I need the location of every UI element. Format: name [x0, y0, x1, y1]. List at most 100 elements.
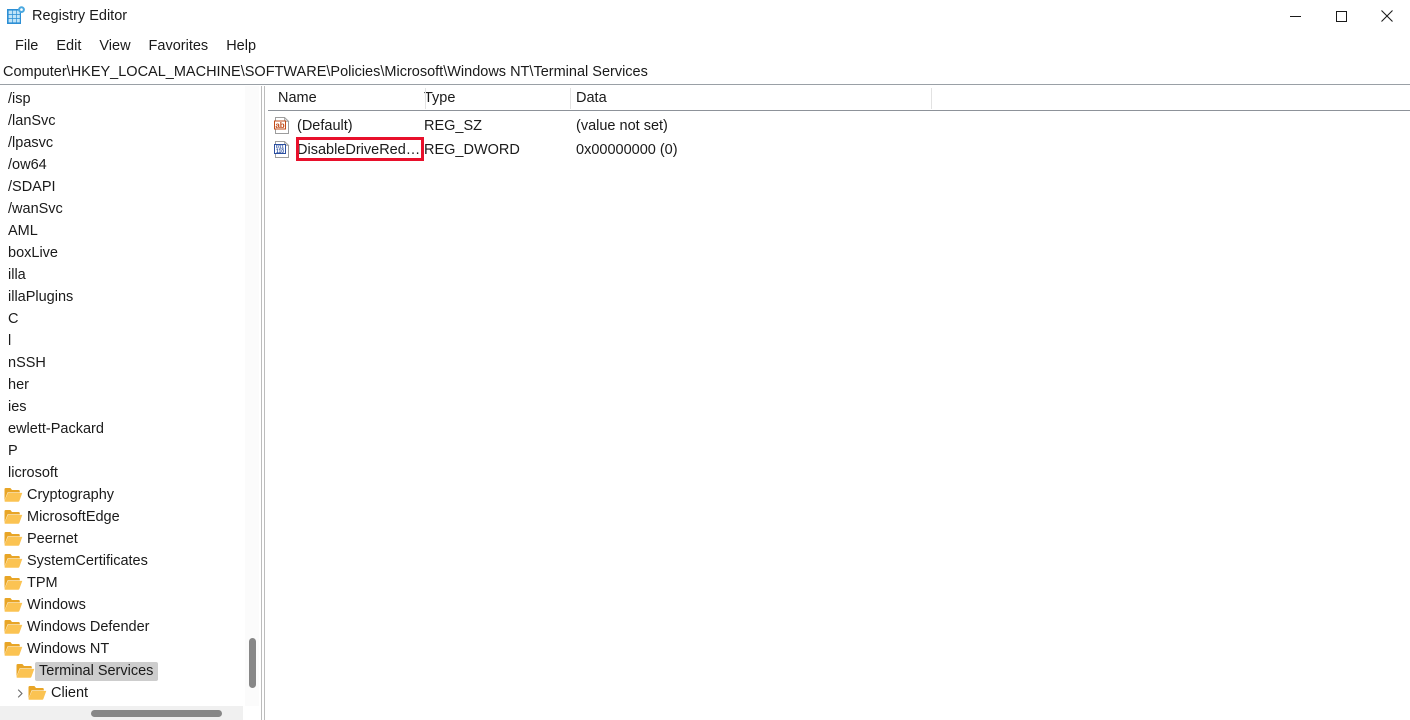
tree-item[interactable]: AML	[0, 220, 43, 242]
tree-item-label: ies	[8, 398, 27, 415]
tree-item-label: /ow64	[8, 156, 47, 173]
tree-item-label: Peernet	[27, 530, 78, 547]
tree-item[interactable]: /wanSvc	[0, 198, 68, 220]
folder-icon	[4, 619, 23, 635]
maximize-icon	[1335, 10, 1347, 22]
tree-item[interactable]: /lpasvc	[0, 132, 58, 154]
folder-icon	[4, 531, 23, 547]
window-title: Registry Editor	[32, 8, 128, 24]
tree-item[interactable]: ies	[0, 396, 32, 418]
value-type: REG_DWORD	[424, 142, 520, 158]
tree-item[interactable]: /SDAPI	[0, 176, 61, 198]
title-bar: Registry Editor	[0, 0, 1410, 32]
minimize-button[interactable]	[1272, 0, 1318, 32]
column-header-name[interactable]: Name	[278, 86, 317, 110]
tree-item[interactable]: illaPlugins	[0, 286, 78, 308]
tree-item-label: Windows Defender	[27, 618, 150, 635]
tree-item-label: l	[8, 332, 12, 349]
tree-item[interactable]: Windows	[0, 594, 91, 616]
folder-icon	[4, 487, 23, 503]
value-data: 0x00000000 (0)	[576, 142, 678, 158]
column-header-type[interactable]: Type	[424, 86, 455, 110]
value-name: DisableDriveRed…	[297, 142, 421, 158]
svg-text:110: 110	[276, 149, 284, 155]
close-icon	[1381, 10, 1393, 22]
folder-icon	[16, 663, 35, 679]
value-list-pane[interactable]: Name Type Data ab (Default) REG_SZ (value n…	[268, 86, 1410, 720]
tree-item-label: TPM	[27, 574, 58, 591]
tree-horizontal-scroll-thumb[interactable]	[91, 710, 222, 717]
menu-file[interactable]: File	[6, 35, 47, 57]
folder-icon	[4, 575, 23, 591]
tree-item-label: /lpasvc	[8, 134, 54, 151]
folder-icon	[4, 641, 23, 657]
tree-item[interactable]: SystemCertificates	[0, 550, 153, 572]
close-button[interactable]	[1364, 0, 1410, 32]
tree-item-label: MicrosoftEdge	[27, 508, 120, 525]
column-divider-data-end[interactable]	[931, 88, 932, 109]
menu-help[interactable]: Help	[217, 35, 265, 57]
tree-horizontal-scrollbar[interactable]	[0, 706, 243, 720]
column-header-data[interactable]: Data	[576, 86, 607, 110]
tree-item[interactable]: illa	[0, 264, 31, 286]
registry-editor-window: Registry Editor File Edit View Favorites…	[0, 0, 1410, 720]
tree-item-label: her	[8, 376, 29, 393]
tree-item-label: Terminal Services	[35, 661, 159, 681]
value-name: (Default)	[297, 118, 353, 134]
address-bar[interactable]: Computer\HKEY_LOCAL_MACHINE\SOFTWARE\Pol…	[0, 60, 1410, 85]
menu-bar: File Edit View Favorites Help	[0, 32, 1410, 60]
tree-item[interactable]: TPM	[0, 572, 63, 594]
tree-item[interactable]: Windows Defender	[0, 616, 155, 638]
tree-item-label: nSSH	[8, 354, 46, 371]
chevron-right-icon	[0, 660, 16, 682]
tree-vertical-scrollbar[interactable]	[245, 86, 259, 706]
value-data: (value not set)	[576, 118, 668, 134]
tree-item[interactable]: boxLive	[0, 242, 63, 264]
main-content: /isp/lanSvc/lpasvc/ow64/SDAPI/wanSvc AML b…	[0, 86, 1410, 720]
tree-item-label: ewlett-Packard	[8, 420, 104, 437]
tree-item[interactable]: /ow64	[0, 154, 52, 176]
pane-divider[interactable]	[261, 86, 262, 720]
svg-text:ab: ab	[275, 121, 284, 130]
string-value-icon: ab	[274, 117, 290, 134]
tree-item[interactable]: Client	[12, 682, 93, 704]
dword-value-icon: 011 110	[274, 141, 290, 158]
folder-icon	[4, 597, 23, 613]
tree-item[interactable]: /lanSvc	[0, 110, 61, 132]
menu-view[interactable]: View	[90, 35, 139, 57]
tree-item[interactable]: her	[0, 374, 34, 396]
tree-item-label: licrosoft	[8, 464, 58, 481]
folder-icon	[4, 553, 23, 569]
maximize-button[interactable]	[1318, 0, 1364, 32]
tree-item[interactable]: Cryptography	[0, 484, 119, 506]
tree-item[interactable]: P	[0, 440, 23, 462]
tree-item-label: /lanSvc	[8, 112, 56, 129]
registry-tree[interactable]: /isp/lanSvc/lpasvc/ow64/SDAPI/wanSvc AML b…	[0, 86, 243, 706]
tree-item[interactable]: C	[0, 308, 23, 330]
tree-item[interactable]: l	[0, 330, 16, 352]
tree-item[interactable]: ewlett-Packard	[0, 418, 109, 440]
tree-vertical-scroll-thumb[interactable]	[249, 638, 256, 688]
pane-divider-secondary	[264, 86, 265, 720]
tree-item-label: P	[8, 442, 18, 459]
tree-item[interactable]: MicrosoftEdge	[0, 506, 125, 528]
folder-icon	[4, 509, 23, 525]
chevron-right-icon[interactable]	[12, 682, 28, 704]
tree-item-label: illa	[8, 266, 26, 283]
tree-item[interactable]: nSSH	[0, 352, 51, 374]
tree-item[interactable]: Windows NT	[0, 638, 114, 660]
menu-edit[interactable]: Edit	[47, 35, 90, 57]
list-header: Name Type Data	[268, 86, 1410, 111]
tree-item-label: Client	[51, 684, 89, 701]
tree-item[interactable]: /isp	[0, 88, 36, 110]
tree-item[interactable]: Terminal Services	[0, 660, 159, 682]
tree-item[interactable]: Peernet	[0, 528, 83, 550]
menu-favorites[interactable]: Favorites	[140, 35, 218, 57]
tree-item-label: SystemCertificates	[27, 552, 148, 569]
folder-icon	[28, 685, 47, 701]
column-divider-type-data[interactable]	[570, 88, 571, 109]
column-divider-name-type[interactable]	[425, 88, 426, 109]
window-controls	[1272, 0, 1410, 32]
tree-item[interactable]: licrosoft	[0, 462, 63, 484]
tree-item-label: /isp	[8, 90, 31, 107]
